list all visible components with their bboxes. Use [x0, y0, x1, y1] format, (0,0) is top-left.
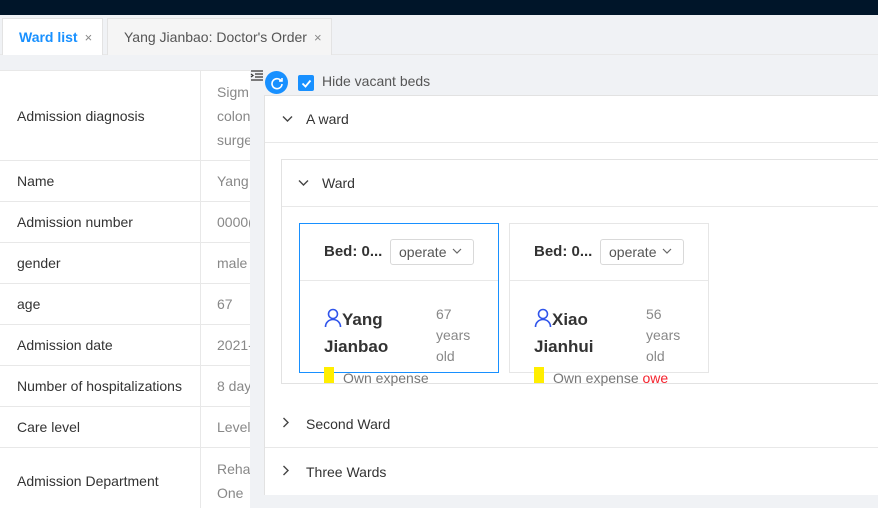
owe-label: owe [642, 370, 669, 386]
top-bar [0, 0, 878, 15]
close-icon[interactable]: × [314, 30, 322, 45]
refresh-button[interactable] [265, 71, 288, 94]
bed-card-header: Bed: 0... operate [300, 224, 498, 281]
patient-age: 67 years old [436, 306, 471, 364]
inner-ward-panel: Ward Bed: 0... operate Yang Jianbao 67 y… [281, 159, 878, 386]
info-value: Sigm colon surge [201, 71, 250, 160]
info-value: Reha One [201, 448, 250, 508]
info-row-admission-date: Admission date 2021- [0, 325, 250, 366]
info-key: age [0, 284, 201, 324]
info-value-line: colon [217, 107, 250, 124]
check-icon [301, 79, 311, 88]
chevron-down-icon [662, 247, 672, 258]
patient-name[interactable]: Xiao Jianhui [534, 306, 634, 360]
info-row-admission-number: Admission number 0000( [0, 202, 250, 243]
close-icon[interactable]: × [85, 30, 93, 45]
info-row-gender: gender male [0, 243, 250, 284]
info-value-line: Sigm [217, 83, 249, 100]
info-value: Level [217, 419, 250, 435]
bed-number: Bed: 0... [534, 243, 593, 260]
info-row-hospitalizations: Number of hospitalizations 8 day [0, 366, 250, 407]
info-key: Number of hospitalizations [0, 366, 201, 406]
info-key: gender [0, 243, 201, 283]
ward-header-a[interactable]: A ward [265, 96, 878, 143]
operate-dropdown[interactable]: operate [600, 239, 684, 265]
info-value: 0000( [217, 214, 250, 230]
info-row-age: age 67 [0, 284, 250, 325]
info-row-admission-department: Admission Department Reha One [0, 448, 250, 508]
tab-doctors-order-label: Yang Jianbao: Doctor's Order [124, 29, 307, 45]
refresh-icon [270, 77, 283, 89]
menu-fold-icon[interactable] [250, 69, 264, 83]
info-key: Admission number [0, 202, 201, 242]
expense-type: Own expense owe [553, 370, 668, 386]
tab-ward-list[interactable]: Ward list × [2, 18, 103, 55]
info-value-line: One [217, 484, 244, 501]
bed-number: Bed: 0... [324, 243, 383, 260]
info-key: Name [0, 161, 201, 201]
ward-header-second[interactable]: Second Ward [265, 401, 878, 448]
info-row-admission-diagnosis: Admission diagnosis Sigm colon surge [0, 71, 250, 161]
bed-card-header: Bed: 0... operate [510, 224, 708, 281]
inner-ward-title: Ward [322, 175, 355, 191]
inner-ward-header[interactable]: Ward [282, 160, 878, 207]
ward-title: A ward [306, 111, 349, 127]
expense-label: Own expense [343, 370, 429, 386]
info-row-name: Name Yang [0, 161, 250, 202]
info-key: Admission Department [0, 448, 201, 508]
info-value: Yang [217, 173, 249, 189]
tab-bar: Ward list × Yang Jianbao: Doctor's Order… [0, 15, 878, 55]
patient-info-table: Admission diagnosis Sigm colon surge Nam… [0, 70, 250, 508]
chevron-down-icon [298, 176, 310, 190]
chevron-down-icon [282, 112, 294, 126]
ward-header-three[interactable]: Three Wards [265, 448, 878, 495]
tab-doctors-order[interactable]: Yang Jianbao: Doctor's Order × [107, 18, 332, 55]
bed-card[interactable]: Bed: 0... operate Xiao Jianhui 56 years … [509, 223, 709, 386]
patient-name[interactable]: Yang Jianbao [324, 306, 424, 360]
info-row-care-level: Care level Level [0, 407, 250, 448]
ward-title: Three Wards [306, 463, 387, 480]
chevron-right-icon [282, 465, 294, 479]
expense-type: Own expense [343, 370, 429, 386]
info-value-line: Reha [217, 460, 250, 477]
ward-title: Second Ward [306, 416, 391, 432]
info-value: 2021- [217, 337, 250, 353]
info-key: Admission date [0, 325, 201, 365]
operate-label: operate [609, 244, 657, 260]
expense-marker [534, 367, 544, 383]
hide-vacant-label[interactable]: Hide vacant beds [322, 73, 430, 89]
info-key: Admission diagnosis [0, 71, 201, 160]
info-key: Care level [0, 407, 201, 447]
expense-label: Own expense [553, 370, 639, 386]
hide-vacant-checkbox[interactable] [298, 75, 314, 91]
chevron-down-icon [452, 247, 462, 258]
bed-card[interactable]: Bed: 0... operate Yang Jianbao 67 years … [299, 223, 499, 386]
info-value: male [217, 255, 248, 271]
info-value-line: surge [217, 131, 250, 148]
operate-dropdown[interactable]: operate [390, 239, 474, 265]
patient-age: 56 years old [646, 306, 681, 364]
info-value: 67 [217, 296, 233, 312]
info-value: 8 day [217, 378, 250, 394]
chevron-right-icon [282, 417, 294, 431]
ward-panel: A ward Ward Bed: 0... operate Yang Jianb… [264, 95, 878, 495]
tab-ward-list-label: Ward list [19, 29, 78, 45]
operate-label: operate [399, 244, 447, 260]
expense-marker [324, 367, 334, 383]
